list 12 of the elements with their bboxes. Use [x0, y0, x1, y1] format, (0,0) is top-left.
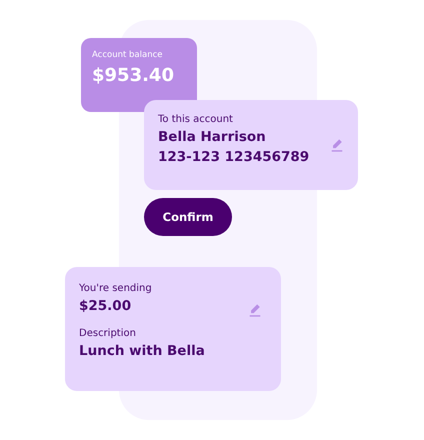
description-label: Description: [79, 328, 137, 339]
recipient-name: Bella Harrison: [158, 129, 267, 145]
amount-label: You're sending: [79, 283, 153, 294]
balance-label: Account balance: [92, 50, 164, 60]
pencil-icon[interactable]: [330, 138, 344, 152]
pencil-icon[interactable]: [248, 303, 262, 317]
confirm-button[interactable]: Confirm: [144, 198, 232, 236]
account-number: 123-123 123456789: [158, 149, 310, 165]
recipient-label: To this account: [158, 114, 234, 125]
balance-amount: $953.40: [92, 65, 175, 86]
amount-value: $25.00: [79, 298, 132, 314]
description-value: Lunch with Bella: [79, 343, 205, 359]
